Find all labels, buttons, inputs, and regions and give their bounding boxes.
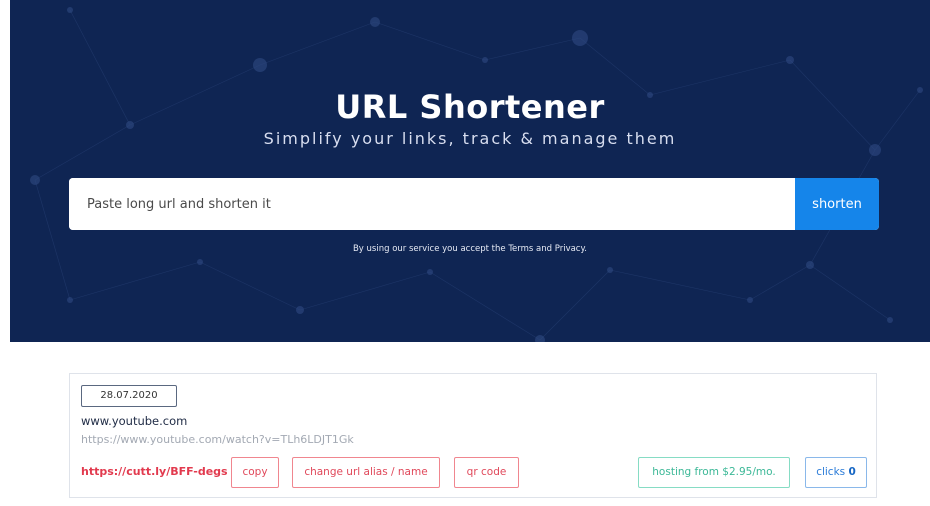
shorten-button[interactable]: shorten [795,178,879,230]
shortened-link-card: 28.07.2020 www.youtube.com https://www.y… [69,373,877,498]
shorten-form: shorten [69,178,879,230]
link-domain: www.youtube.com [81,414,188,428]
date-badge: 28.07.2020 [81,385,177,407]
clicks-label: clicks [816,466,846,478]
network-background [30,7,923,342]
clicks-count: 0 [848,466,856,478]
clicks-button[interactable]: clicks 0 [805,457,867,488]
qr-code-button[interactable]: qr code [454,457,519,488]
copy-button[interactable]: copy [231,457,279,488]
page-title: URL Shortener [335,88,605,126]
terms-notice: By using our service you accept the Term… [352,244,588,254]
page-subtitle: Simplify your links, track & manage them [263,129,677,148]
hero-banner: URL Shortener Simplify your links, track… [10,0,930,342]
long-url-input[interactable] [69,178,795,230]
original-url: https://www.youtube.com/watch?v=TLh6LDJT… [81,433,354,446]
hosting-offer-button[interactable]: hosting from $2.95/mo. [638,457,790,488]
short-url-link[interactable]: https://cutt.ly/BFF-degs [81,465,228,478]
change-alias-button[interactable]: change url alias / name [292,457,440,488]
